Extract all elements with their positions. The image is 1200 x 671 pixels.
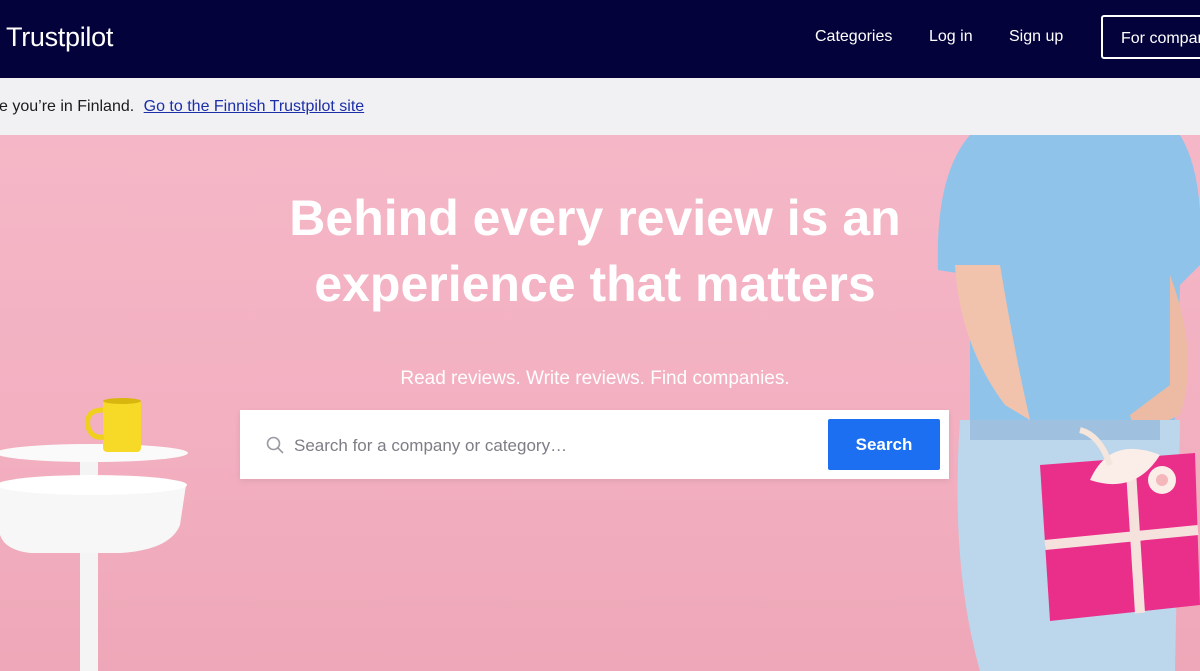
nav-link-sign-up[interactable]: Sign up <box>1009 28 1063 46</box>
headline-line-2: experience that matters <box>314 256 876 312</box>
locale-message: ke you’re in Finland. <box>0 98 135 115</box>
hero-headline: Behind every review is an experience tha… <box>190 185 1000 317</box>
table-with-mug-illustration <box>0 398 188 671</box>
for-companies-button[interactable]: For companies <box>1101 15 1200 59</box>
hero-section: Behind every review is an experience tha… <box>0 135 1200 671</box>
nav-link-log-in[interactable]: Log in <box>929 28 973 46</box>
search-bar: Search <box>240 410 949 479</box>
top-navigation: Trustpilot Categories Log in Sign up For… <box>0 0 1200 78</box>
search-input[interactable] <box>292 428 806 464</box>
locale-banner: ke you’re in Finland. Go to the Finnish … <box>0 78 1200 135</box>
locale-banner-text: ke you’re in Finland. Go to the Finnish … <box>0 98 364 116</box>
search-icon <box>266 436 284 454</box>
headline-line-1: Behind every review is an <box>289 190 901 246</box>
finnish-site-link[interactable]: Go to the Finnish Trustpilot site <box>144 98 365 115</box>
nav-link-categories[interactable]: Categories <box>815 28 892 46</box>
search-button[interactable]: Search <box>828 419 940 470</box>
hero-subline: Read reviews. Write reviews. Find compan… <box>400 368 790 389</box>
trustpilot-logo[interactable]: Trustpilot <box>6 22 113 53</box>
